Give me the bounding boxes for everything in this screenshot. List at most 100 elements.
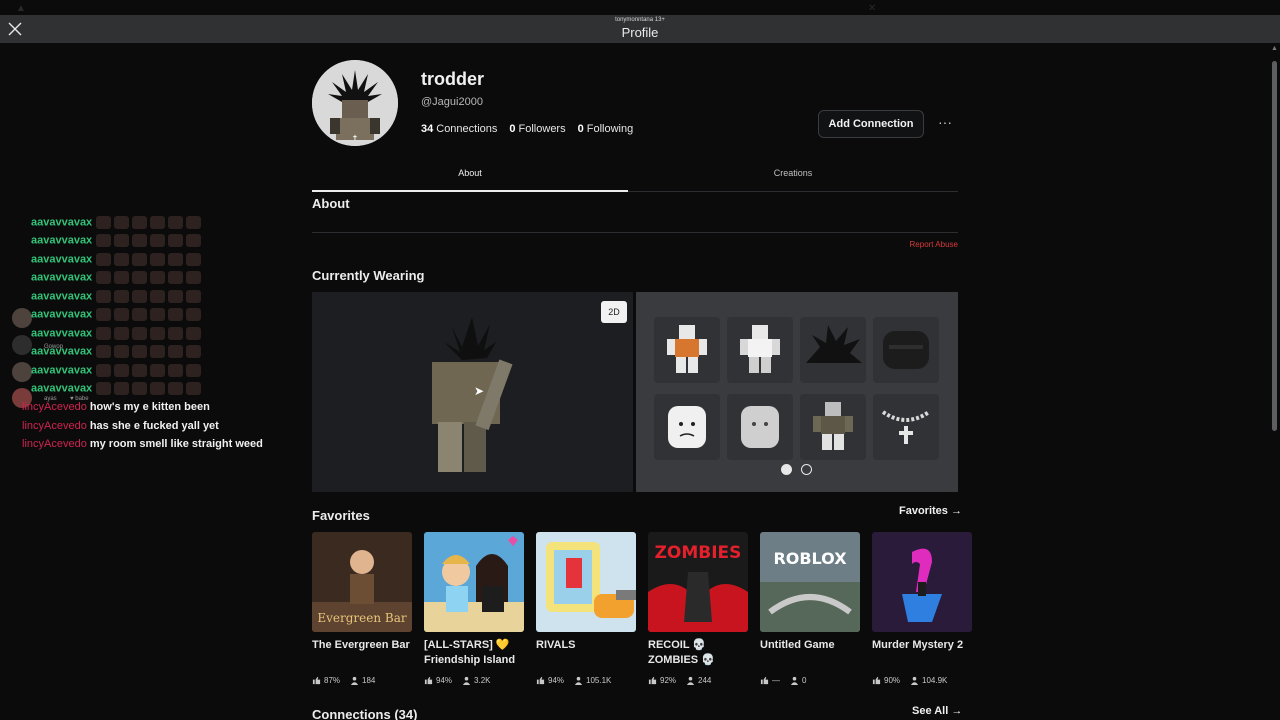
following-stat[interactable]: 0 Following (578, 123, 634, 135)
window-header: tonymonntana 13+ Profile (0, 15, 1280, 43)
thumbs-up-icon (872, 676, 881, 685)
chat-line: aavavvavax (31, 382, 202, 400)
chat-line: aavavvavax (31, 216, 202, 234)
chat-line: aavavvavax (31, 364, 202, 382)
game-thumbnail: ZOMBIES (648, 532, 748, 632)
chat-avatar (12, 362, 32, 382)
followers-label: Followers (518, 123, 566, 135)
active-tab-indicator (312, 190, 628, 192)
game-card[interactable]: ROBLOX Untitled Game — 0 (760, 532, 860, 685)
window-title: Profile (621, 25, 659, 40)
chat-username: aavavvavax (31, 234, 93, 247)
followers-stat[interactable]: 0 Followers (509, 123, 565, 135)
following-label: Following (586, 123, 634, 135)
chat-username: aavavvavax (31, 345, 93, 358)
wearing-page-2-dot[interactable] (801, 464, 812, 475)
tab-about[interactable]: About (312, 168, 628, 178)
thumbs-up-icon (424, 676, 433, 685)
chat-emotes (96, 271, 202, 284)
chat-avatar (12, 335, 32, 355)
about-divider (312, 232, 958, 233)
more-options-icon[interactable]: ··· (935, 113, 955, 133)
game-rating: 94% (536, 676, 564, 685)
game-card[interactable]: Murder Mystery 2 90% 104.9K (872, 532, 972, 685)
favorites-link[interactable]: Favorites → (899, 505, 962, 517)
connections-title: Connections (34) (312, 707, 418, 720)
display-name: trodder (421, 69, 484, 89)
wearing-item-spiky-hair[interactable] (800, 317, 866, 383)
game-title: Murder Mystery 2 (872, 639, 964, 651)
game-players: 184 (350, 676, 375, 685)
game-thumb-text: Evergreen Bar (317, 611, 407, 625)
username: @Jagui2000 (421, 96, 483, 108)
game-title: Untitled Game (760, 639, 835, 651)
add-connection-button[interactable]: Add Connection (818, 110, 924, 138)
tab-creations[interactable]: Creations (635, 168, 951, 178)
chat-line: aavavvavax (31, 327, 202, 345)
chat-username: lincyAcevedo (22, 401, 87, 413)
game-card[interactable]: ZOMBIES RECOIL 💀 ZOMBIES 💀 92% 244 (648, 532, 748, 685)
profile-tabs: About Creations (312, 163, 958, 192)
wearing-page-1-dot[interactable] (781, 464, 792, 475)
currently-wearing-title: Currently Wearing (312, 268, 425, 283)
chat-message: has she e fucked yall yet (89, 420, 219, 432)
chat-emotes (96, 216, 202, 229)
wearing-item-face-default[interactable] (727, 394, 793, 460)
chat-username: aavavvavax (31, 364, 93, 377)
person-icon (350, 676, 359, 685)
avatar: ✝ (312, 60, 398, 146)
connections-label: Connections (436, 123, 498, 135)
chat-emotes (96, 345, 202, 358)
window-user-tag: tonymonntana 13+ (615, 17, 665, 23)
game-thumbnail: ROBLOX (760, 532, 860, 632)
scroll-up-icon[interactable]: ▲ (1271, 45, 1278, 52)
game-card[interactable]: RIVALS 94% 105.1K (536, 532, 636, 685)
chat-emotes (96, 364, 202, 377)
game-stats: 92% 244 (648, 676, 758, 685)
scrollbar[interactable]: ▲ (1271, 43, 1278, 720)
game-card[interactable]: [ALL-STARS] 💛 Friendship Island 94% 3.2K (424, 532, 524, 685)
game-stats: — 0 (760, 676, 870, 685)
game-title: RECOIL 💀 ZOMBIES 💀 (648, 639, 715, 666)
chat-emotes (96, 253, 202, 266)
connections-stat[interactable]: 34 Connections (421, 123, 497, 135)
chat-username: aavavvavax (31, 382, 93, 395)
thumbs-up-icon (760, 676, 769, 685)
person-icon (462, 676, 471, 685)
see-all-connections-link[interactable]: See All → (912, 705, 962, 717)
chat-line: lincyAcevedo has she e fucked yall yet (22, 420, 219, 438)
avatar-preview: 2D ➤ (312, 292, 633, 492)
wearing-item-white-shirt[interactable] (727, 317, 793, 383)
following-count: 0 (577, 123, 584, 135)
game-stats: 90% 104.9K (872, 676, 982, 685)
svg-text:✝: ✝ (352, 134, 358, 142)
game-title: [ALL-STARS] 💛 Friendship Island (424, 639, 516, 666)
top-strip: ▲ ✕ (0, 0, 1280, 15)
chat-username: aavavvavax (31, 271, 93, 284)
game-rating: 87% (312, 676, 340, 685)
game-thumbnail (424, 532, 524, 632)
game-card[interactable]: Evergreen Bar The Evergreen Bar 87% 184 (312, 532, 412, 685)
game-rating: 92% (648, 676, 676, 685)
chat-message: how's my e kitten been (89, 401, 210, 413)
wearing-item-orange-shirt[interactable] (654, 317, 720, 383)
chat-line: aavavvavax (31, 345, 202, 363)
chat-line: aavavvavax (31, 271, 202, 289)
thumbs-up-icon (312, 676, 321, 685)
report-abuse-link[interactable]: Report Abuse (880, 240, 958, 249)
wearing-item-cross-chain[interactable] (873, 394, 939, 460)
scrollbar-thumb[interactable] (1272, 61, 1277, 431)
game-players: 244 (686, 676, 711, 685)
chat-line: lincyAcevedo how's my e kitten been (22, 401, 210, 419)
game-thumbnail: Evergreen Bar (312, 532, 412, 632)
person-icon (790, 676, 799, 685)
game-players: 3.2K (462, 676, 490, 685)
game-title: RIVALS (536, 639, 576, 651)
game-players: 104.9K (910, 676, 947, 685)
chat-emotes (96, 308, 202, 321)
wearing-item-camo-outfit[interactable] (800, 394, 866, 460)
ghost-arrow-icon: ▲ (16, 3, 26, 14)
wearing-item-face-frown[interactable] (654, 394, 720, 460)
wearing-item-black-mask[interactable] (873, 317, 939, 383)
chat-username: aavavvavax (31, 327, 93, 340)
